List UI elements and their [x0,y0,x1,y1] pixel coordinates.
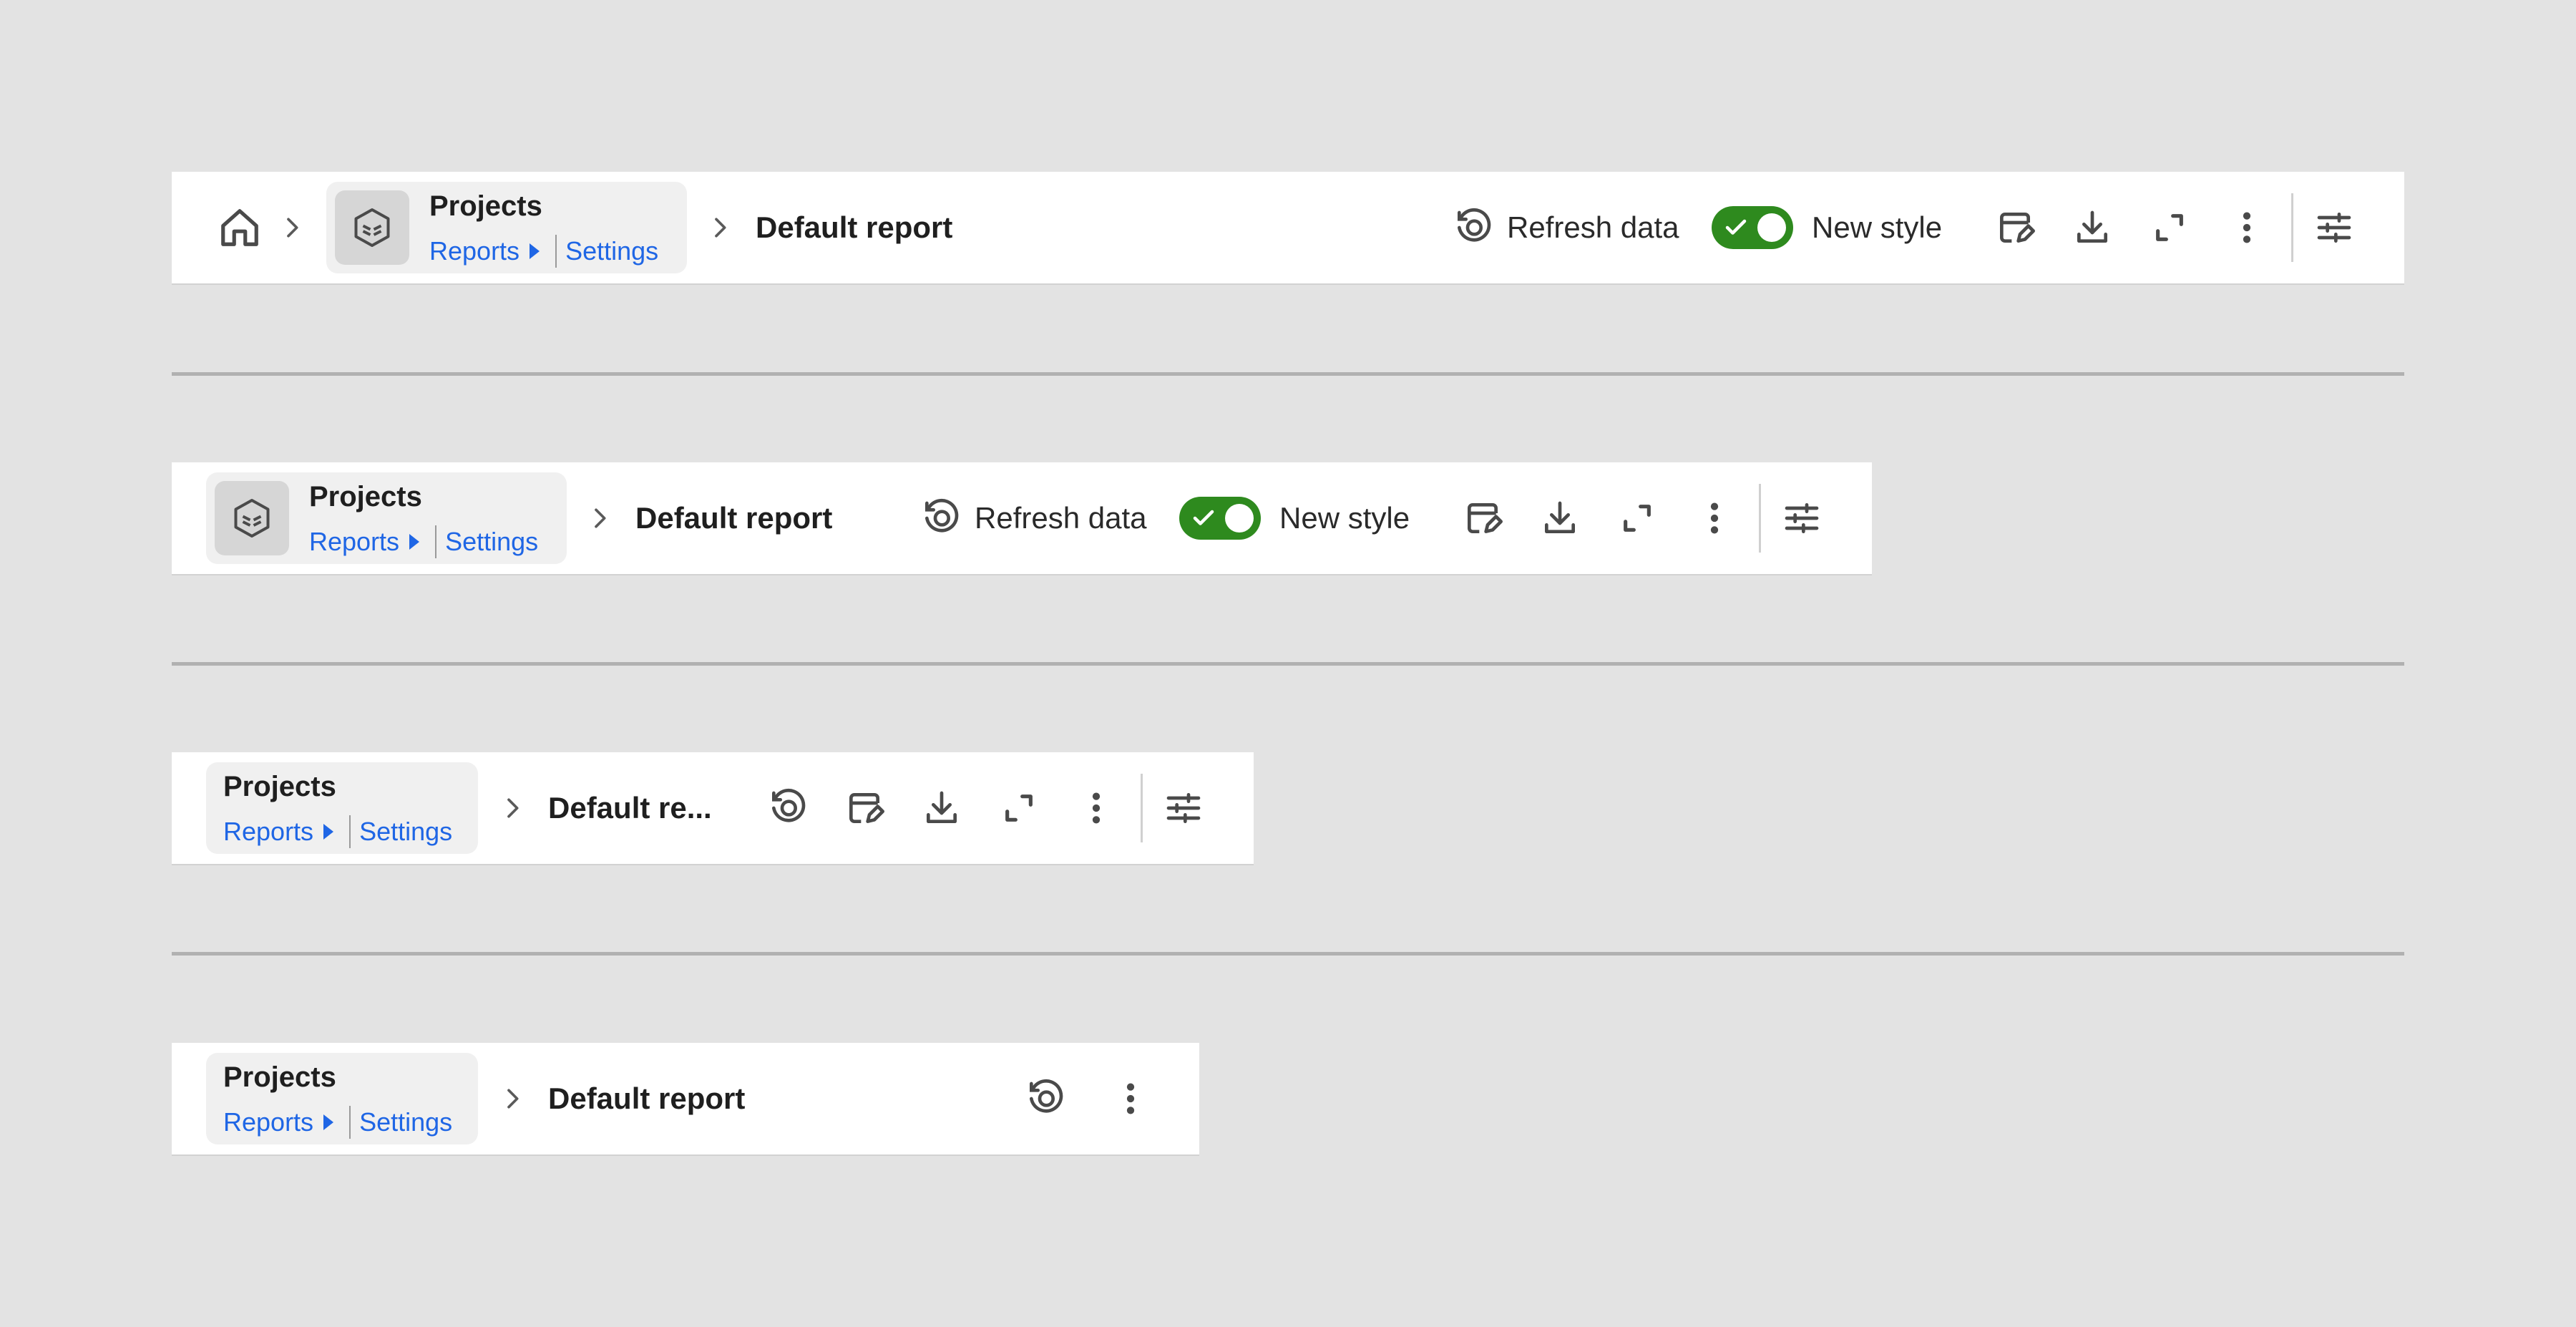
more-vertical-icon[interactable] [1076,788,1116,828]
chevron-right-icon [498,794,527,822]
sliders-icon[interactable] [2314,208,2354,248]
toggle-knob [1757,213,1786,242]
chevron-right-icon [498,1084,527,1113]
settings-link[interactable]: Settings [445,527,538,557]
sliders-icon[interactable] [1163,788,1204,828]
sliders-icon[interactable] [1782,498,1822,538]
expand-icon[interactable] [2150,208,2190,248]
chevron-right-icon [278,213,306,242]
cube-icon [335,190,409,265]
caret-right-icon[interactable] [409,534,420,550]
check-icon [1725,219,1747,235]
link-divider [555,235,557,268]
breadcrumb-title[interactable]: Projects [223,1061,336,1094]
refresh-icon[interactable] [767,788,807,828]
page-title: Default re... [548,791,712,825]
toolbar-variant-2: Projects Reports Settings Default report… [172,462,1872,574]
cube-icon [215,481,289,555]
toggle-knob [1225,504,1254,533]
new-style-toggle[interactable] [1179,497,1261,540]
section-divider [172,952,2404,956]
link-divider [349,1106,351,1139]
expand-icon[interactable] [999,788,1039,828]
refresh-icon[interactable] [1025,1079,1065,1119]
breadcrumb-projects[interactable]: Projects Reports Settings [206,472,567,564]
breadcrumb-projects[interactable]: Projects Reports Settings [326,182,687,273]
new-style-label: New style [1279,501,1410,535]
reports-link[interactable]: Reports [223,817,313,847]
new-style-label: New style [1812,210,1943,244]
settings-link[interactable]: Settings [359,817,452,847]
chevron-right-icon [585,504,614,533]
link-divider [349,815,351,848]
breadcrumb-title[interactable]: Projects [309,481,422,513]
download-icon[interactable] [922,788,962,828]
section-divider [172,372,2404,376]
refresh-icon[interactable] [920,498,960,538]
more-vertical-icon[interactable] [2227,208,2267,248]
breadcrumb-links: Reports Settings [223,815,452,848]
breadcrumb-links: Reports Settings [429,235,658,268]
chevron-right-icon [706,213,734,242]
breadcrumb-links: Reports Settings [223,1106,452,1139]
reports-link[interactable]: Reports [223,1107,313,1137]
toolbar-divider [2291,193,2293,262]
more-vertical-icon[interactable] [1694,498,1735,538]
breadcrumb-projects[interactable]: Projects Reports Settings [206,1053,478,1144]
page-title: Default report [635,501,833,535]
download-icon[interactable] [1540,498,1580,538]
toolbar-divider [1759,484,1761,553]
breadcrumb-title[interactable]: Projects [223,771,336,803]
expand-icon[interactable] [1617,498,1657,538]
caret-right-icon[interactable] [323,1114,334,1130]
edit-report-icon[interactable] [1995,208,2035,248]
page-title: Default report [756,210,953,244]
download-icon[interactable] [2072,208,2112,248]
toolbar-variant-4: Projects Reports Settings Default report [172,1043,1199,1155]
caret-right-icon[interactable] [530,243,540,259]
section-divider [172,662,2404,666]
breadcrumb-title[interactable]: Projects [429,190,542,223]
toolbar-variant-3: Projects Reports Settings Default re... [172,752,1254,864]
settings-link[interactable]: Settings [359,1107,452,1137]
reports-link[interactable]: Reports [309,527,399,557]
more-vertical-icon[interactable] [1111,1079,1151,1119]
edit-report-icon[interactable] [844,788,884,828]
toolbar-variant-1: Projects Reports Settings Default report… [172,172,2404,283]
check-icon [1193,510,1214,525]
toolbar-divider [1141,774,1143,842]
breadcrumb-links: Reports Settings [309,525,538,558]
reports-link[interactable]: Reports [429,236,519,266]
settings-link[interactable]: Settings [565,236,658,266]
edit-report-icon[interactable] [1463,498,1503,538]
caret-right-icon[interactable] [323,824,334,840]
new-style-toggle[interactable] [1712,206,1793,249]
home-icon[interactable] [218,205,262,250]
breadcrumb-projects[interactable]: Projects Reports Settings [206,762,478,854]
link-divider [435,525,437,558]
refresh-icon[interactable] [1453,208,1493,248]
page-title: Default report [548,1081,746,1115]
refresh-data-button[interactable]: Refresh data [1507,210,1679,245]
refresh-data-button[interactable]: Refresh data [975,501,1146,535]
